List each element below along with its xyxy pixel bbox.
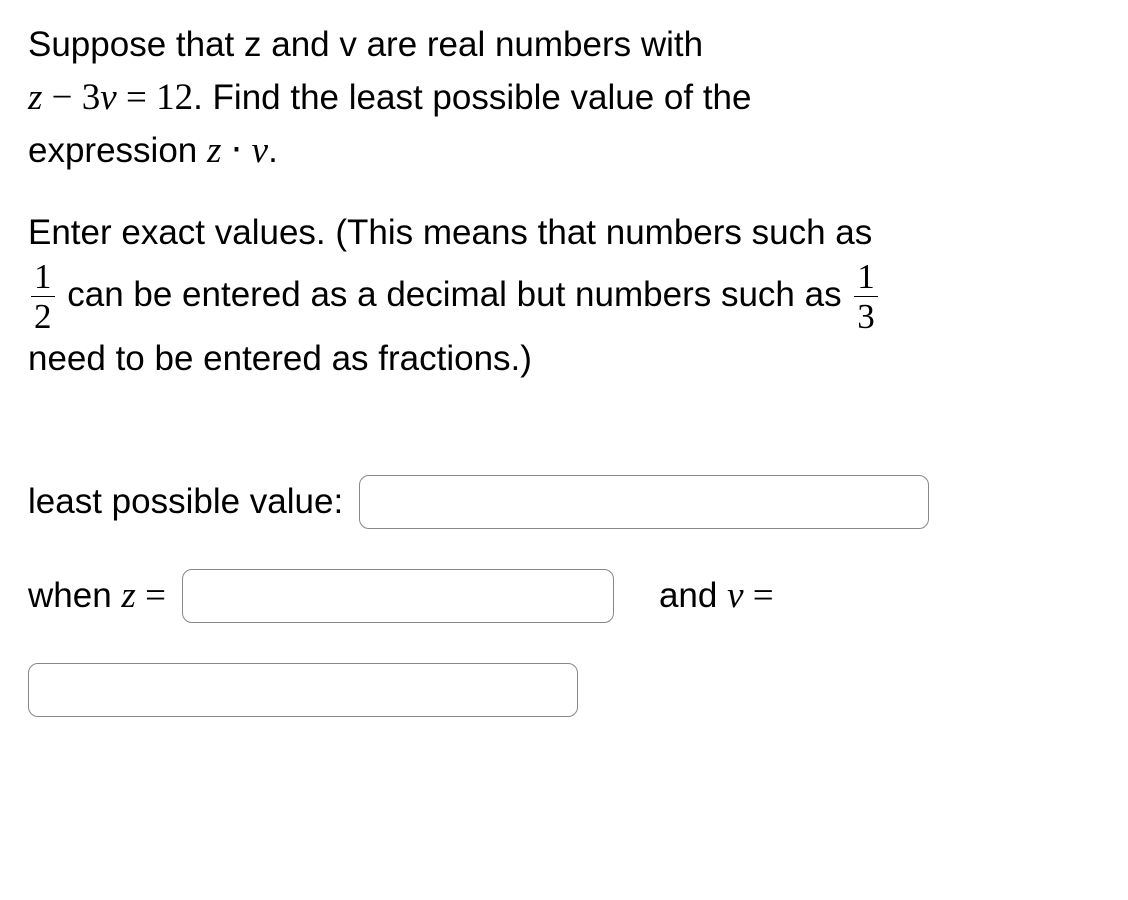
instruction-line1: Enter exact values. (This means that num… (28, 213, 872, 252)
instruction-line3: need to be entered as fractions.) (28, 339, 532, 378)
v-input[interactable] (28, 663, 578, 717)
when-label: when (28, 576, 121, 615)
eqn-minus: − (42, 77, 81, 118)
z-eq: = (136, 575, 166, 616)
zv-row: when z = and v = (28, 569, 1100, 623)
eqn-3: 3 (82, 77, 101, 118)
fraction-one-half: 1 2 (31, 259, 55, 334)
v-row (28, 663, 1100, 717)
problem-line2-suffix: Find the least possible value of the (213, 78, 752, 117)
eqn-12: 12 (156, 77, 193, 118)
expr-v: v (252, 130, 268, 171)
eqn-eq: = (117, 77, 156, 118)
and-label: and (659, 576, 727, 615)
eqn-var-z: z (28, 77, 42, 118)
instruction-line2-mid: can be entered as a decimal but numbers … (58, 275, 852, 314)
frac-num-1: 1 (31, 259, 55, 296)
expr-z: z (207, 130, 221, 171)
z-input[interactable] (182, 569, 614, 623)
problem-statement: Suppose that z and v are real numbers wi… (28, 20, 1100, 178)
lpv-label: least possible value: (28, 482, 343, 522)
when-z-label: when z = (28, 574, 166, 617)
problem-line3-prefix: expression (28, 131, 207, 170)
expr-dot: ⋅ (221, 130, 251, 171)
v-eq: = (744, 575, 774, 616)
expr-period: . (268, 131, 278, 170)
lpv-input[interactable] (359, 475, 929, 529)
instruction-text: Enter exact values. (This means that num… (28, 208, 1100, 385)
frac-den-2: 2 (31, 296, 55, 334)
v-var-label: v (727, 575, 743, 616)
problem-line1: Suppose that z and v are real numbers wi… (28, 25, 703, 64)
and-v-label: and v = (659, 574, 774, 617)
frac-num-1b: 1 (854, 259, 878, 296)
eqn-var-v: v (100, 77, 116, 118)
fraction-one-third: 1 3 (854, 259, 878, 334)
z-var-label: z (121, 575, 135, 616)
frac-den-3: 3 (854, 296, 878, 334)
eqn-period: . (193, 78, 212, 117)
lpv-row: least possible value: (28, 475, 1100, 529)
